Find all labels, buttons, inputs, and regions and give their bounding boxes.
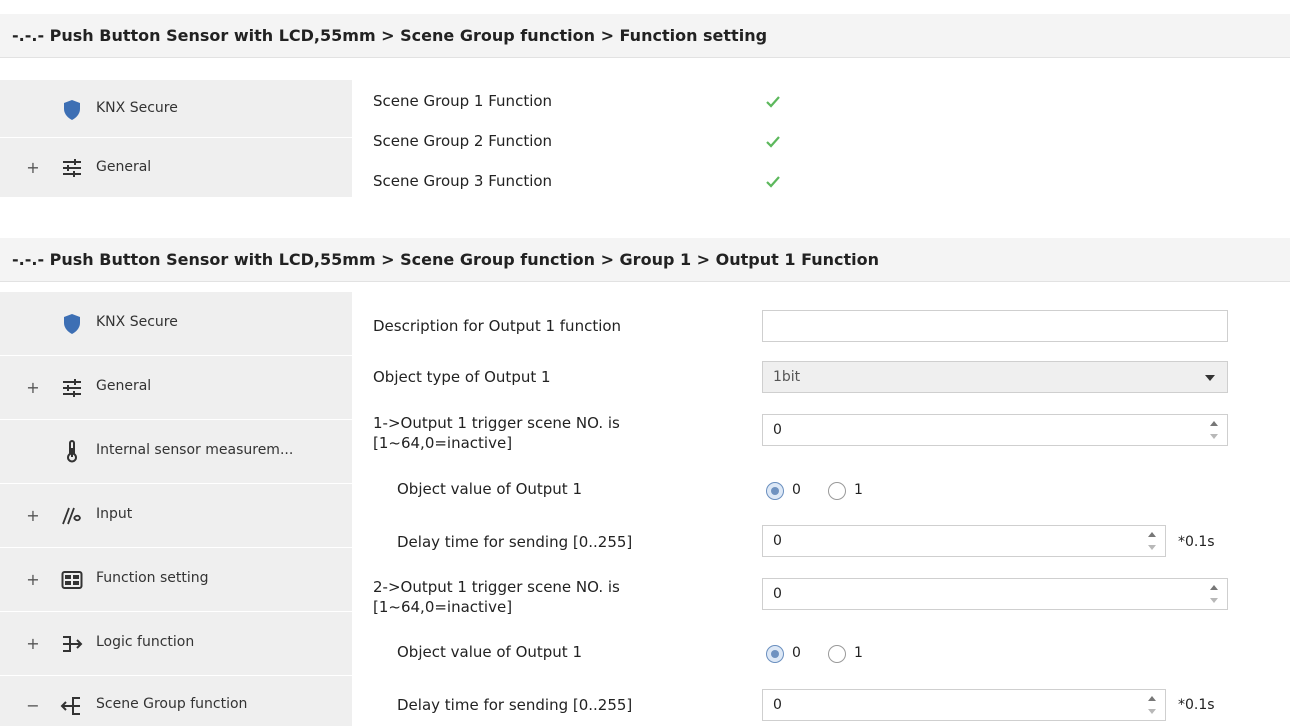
trigger2-label-line2: [1~64,0=inactive]: [373, 598, 513, 616]
sidebar-item-general[interactable]: + General: [0, 356, 352, 420]
delay1-stepper[interactable]: 0: [762, 525, 1166, 557]
trigger2-stepper[interactable]: 0: [762, 578, 1228, 610]
sidebar: KNX Secure + General: [0, 80, 352, 198]
object-value-1-label: Object value of Output 1: [397, 480, 583, 498]
trigger1-label-line1: 1->Output 1 trigger scene NO. is: [373, 414, 620, 432]
sidebar-item-label: Internal sensor measurem...: [96, 442, 294, 458]
delay2-value: 0: [773, 697, 782, 713]
shield-icon: [64, 314, 80, 334]
shield-icon: [64, 100, 80, 120]
scene-group-2-checkbox[interactable]: [764, 133, 782, 151]
trigger1-label-line2: [1~64,0=inactive]: [373, 434, 513, 452]
sidebar-item-label: General: [96, 378, 152, 394]
grid-icon: [61, 571, 83, 589]
scene-group-3-checkbox[interactable]: [764, 173, 782, 191]
sidebar-item-knx-secure[interactable]: KNX Secure: [0, 292, 352, 356]
logic-icon: [63, 636, 83, 652]
sidebar-item-knx-secure[interactable]: KNX Secure: [0, 80, 352, 138]
sidebar-item-general[interactable]: + General: [0, 138, 352, 198]
sidebar-item-label: Logic function: [96, 634, 195, 650]
expand-icon[interactable]: +: [26, 570, 40, 589]
sidebar-item-label: Input: [96, 506, 133, 522]
delay1-label: Delay time for sending [0..255]: [397, 533, 633, 551]
object-value-2-radio-1[interactable]: [828, 645, 846, 663]
sidebar-item-label: Scene Group function: [96, 696, 248, 712]
sidebar-item-label: KNX Secure: [96, 314, 178, 330]
delay1-unit: *0.1s: [1178, 534, 1215, 550]
radio-label-1: 1: [854, 645, 863, 661]
breadcrumb: -.-.- Push Button Sensor with LCD,55mm >…: [0, 238, 1290, 282]
sidebar-item-function-setting[interactable]: + Function setting: [0, 548, 352, 612]
expand-icon[interactable]: +: [26, 378, 40, 397]
expand-icon[interactable]: +: [26, 506, 40, 525]
trigger1-stepper[interactable]: 0: [762, 414, 1228, 446]
sidebar-item-internal-sensor[interactable]: Internal sensor measurem...: [0, 420, 352, 484]
spinner-icon[interactable]: [1209, 421, 1219, 439]
delay2-unit: *0.1s: [1178, 697, 1215, 713]
thermometer-icon: [67, 440, 77, 463]
sidebar-item-input[interactable]: + Input: [0, 484, 352, 548]
trigger2-value: 0: [773, 586, 782, 602]
object-type-value: 1bit: [773, 369, 801, 385]
scene-group-3-label: Scene Group 3 Function: [373, 172, 553, 190]
sidebar-item-label: KNX Secure: [96, 100, 178, 116]
sidebar-item-label: Function setting: [96, 570, 209, 586]
spinner-icon[interactable]: [1209, 585, 1219, 603]
object-value-2-label: Object value of Output 1: [397, 643, 583, 661]
delay2-stepper[interactable]: 0: [762, 689, 1166, 721]
scene-group-icon: [60, 697, 80, 715]
trigger1-value: 0: [773, 422, 782, 438]
scene-group-1-checkbox[interactable]: [764, 93, 782, 111]
breadcrumb: -.-.- Push Button Sensor with LCD,55mm >…: [0, 14, 1290, 58]
trigger2-label-line1: 2->Output 1 trigger scene NO. is: [373, 578, 620, 596]
object-value-1-radio-1[interactable]: [828, 482, 846, 500]
object-type-select[interactable]: 1bit: [762, 361, 1228, 393]
scene-group-1-label: Scene Group 1 Function: [373, 92, 553, 110]
sidebar-item-logic-function[interactable]: + Logic function: [0, 612, 352, 676]
expand-icon[interactable]: +: [26, 158, 40, 177]
delay1-value: 0: [773, 533, 782, 549]
radio-label-1: 1: [854, 482, 863, 498]
chevron-down-icon: [1205, 375, 1215, 381]
sliders-icon: [63, 159, 81, 177]
description-label: Description for Output 1 function: [373, 317, 622, 335]
sidebar: KNX Secure + General Internal sensor mea…: [0, 292, 352, 727]
scene-group-2-label: Scene Group 2 Function: [373, 132, 553, 150]
input-icon: [62, 507, 81, 525]
object-value-1-radio-0[interactable]: [766, 482, 784, 500]
spinner-icon[interactable]: [1147, 532, 1157, 550]
description-input[interactable]: [762, 310, 1228, 342]
sidebar-item-scene-group-function[interactable]: − Scene Group function: [0, 676, 352, 727]
collapse-icon[interactable]: −: [26, 696, 40, 715]
sidebar-item-label: General: [96, 159, 152, 175]
sliders-icon: [63, 379, 81, 397]
delay2-label: Delay time for sending [0..255]: [397, 696, 633, 714]
radio-label-0: 0: [792, 482, 801, 498]
object-value-2-radio-0[interactable]: [766, 645, 784, 663]
object-type-label: Object type of Output 1: [373, 368, 551, 386]
spinner-icon[interactable]: [1147, 696, 1157, 714]
expand-icon[interactable]: +: [26, 634, 40, 653]
radio-label-0: 0: [792, 645, 801, 661]
